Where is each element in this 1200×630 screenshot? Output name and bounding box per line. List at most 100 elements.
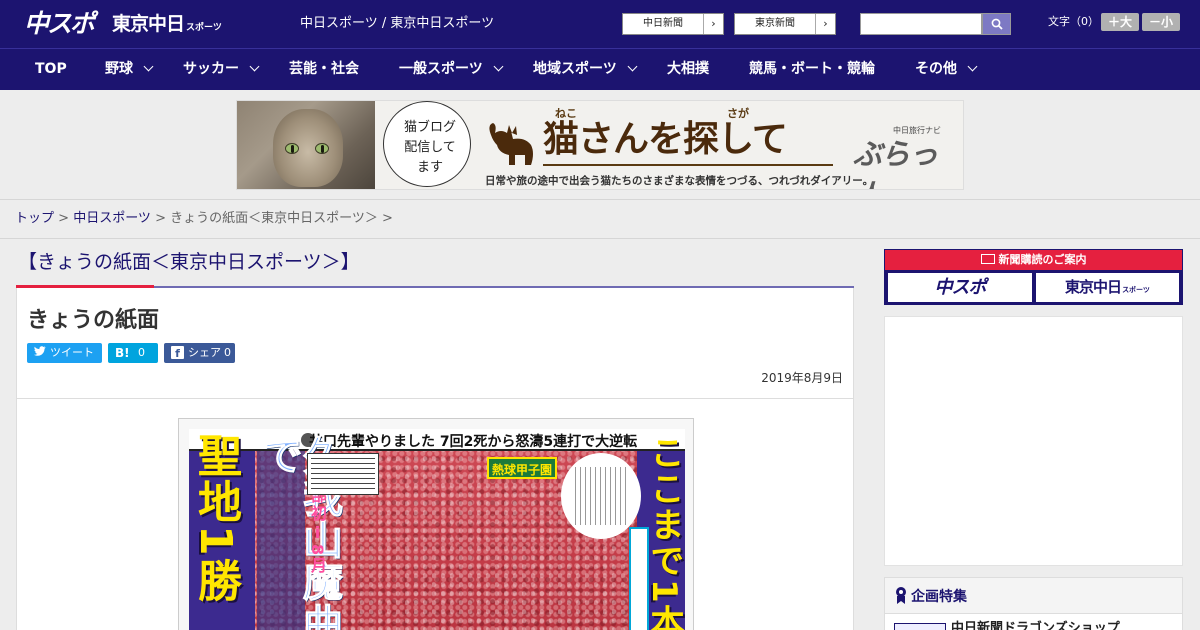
subscribe-chusupo-button[interactable]: 中スポ: [888, 273, 1032, 302]
ribbon-badge-icon: [896, 587, 906, 604]
chevron-right-icon: ›: [815, 14, 835, 34]
scoreboard-table: [307, 453, 379, 495]
page-title: きょうの紙面: [27, 308, 160, 333]
chunichi-shimbun-label: 中日新聞: [643, 18, 683, 29]
card-divider: [17, 398, 853, 399]
chunichi-shimbun-link[interactable]: 中日新聞 ›: [622, 13, 724, 35]
koshien-logo-text: 熱球甲子園: [492, 463, 553, 477]
nav-label: 芸能・社会: [289, 61, 359, 77]
article-card: きょうの紙面 ツイート B! 0 f シェア 0 2019年8月9日 井口先輩や…: [16, 288, 854, 630]
breadcrumb-home-link[interactable]: トップ: [15, 211, 54, 226]
nav-item-other[interactable]: その他: [915, 49, 978, 90]
sidebar-ad-slot: [884, 316, 1183, 566]
font-larger-button[interactable]: ＋大: [1101, 13, 1139, 31]
breadcrumb-section-link[interactable]: 中日スポーツ: [73, 211, 151, 226]
chevron-down-icon: [143, 61, 154, 72]
facebook-share-label: シェア: [188, 346, 221, 359]
nav-item-baseball[interactable]: 野球: [105, 49, 154, 90]
subscription-heading-text: 新聞購読のご案内: [998, 253, 1087, 266]
twitter-share-button[interactable]: ツイート: [27, 343, 102, 363]
breadcrumb-current: きょうの紙面＜東京中日スポーツ＞: [170, 211, 378, 226]
subscribe-tokyo-label: 東京中日: [1065, 278, 1122, 296]
breadcrumb-divider: [0, 238, 1200, 239]
tokyo-chunichi-logo-text: 東京中日: [112, 13, 185, 35]
paper-left-headline: 聖地1勝: [190, 433, 241, 604]
nav-label: 大相撲: [667, 61, 709, 77]
breadcrumb-separator: >: [54, 211, 74, 226]
breadcrumb-separator: >: [377, 211, 393, 226]
main-nav: TOP 野球 サッカー 芸能・社会 一般スポーツ 地域スポーツ 大相撲 競馬・ボ…: [0, 48, 1200, 90]
search-input[interactable]: [860, 13, 982, 35]
facebook-count: 0: [224, 346, 231, 359]
feature-thumbnail[interactable]: [894, 623, 946, 630]
cat-photo: [237, 101, 375, 189]
cat-silhouette-icon: [489, 123, 533, 165]
speech-bubble-text: 猫ブログ配信してます: [403, 120, 456, 175]
search-icon: [991, 18, 1003, 30]
nav-item-racing[interactable]: 競馬・ボート・競輪: [749, 49, 875, 90]
chusupo-logo[interactable]: 中スポ: [24, 9, 95, 39]
chevron-down-icon: [967, 61, 978, 72]
search-button[interactable]: [982, 13, 1011, 35]
paper-right-headline: ここまで1本: [644, 435, 684, 630]
newspaper-front-page-frame[interactable]: 井口先輩やりました 7回2死から怒濤5連打で大逆転 聖地1勝 久我山魔曲で 創部…: [178, 418, 694, 630]
newspaper-icon: [980, 254, 995, 264]
tokyo-shimbun-label: 東京新聞: [755, 18, 795, 29]
font-size-label: 文字（0）: [1048, 15, 1099, 28]
tokyo-chunichi-logo[interactable]: 東京中日 スポーツ: [112, 12, 222, 40]
nav-label: 地域スポーツ: [533, 61, 617, 77]
cat-face: [273, 109, 343, 187]
nav-item-soccer[interactable]: サッカー: [183, 49, 260, 90]
nav-label: サッカー: [183, 61, 239, 77]
banner-area: 猫ブログ配信してます ねこ さが 猫さんを探して 中日旅行ナビ ぶらっ人 日常や…: [0, 90, 1200, 200]
nav-item-regional-sports[interactable]: 地域スポーツ: [533, 49, 638, 90]
nav-label: 競馬・ボート・競輪: [749, 61, 875, 77]
nav-label: 野球: [105, 61, 133, 77]
subscribe-tokyo-chunichi-button[interactable]: 東京中日スポーツ: [1036, 273, 1179, 302]
hatena-bookmark-icon: B!: [115, 346, 130, 360]
twitter-share-label: ツイート: [50, 346, 94, 359]
subscription-box: 新聞購読のご案内 中スポ 東京中日スポーツ: [884, 249, 1183, 305]
hatena-count: 0: [138, 346, 145, 359]
nav-label: その他: [915, 61, 957, 77]
paper-headline: 井口先輩やりました 7回2死から怒濤5連打で大逆転: [309, 434, 638, 450]
font-smaller-button[interactable]: －小: [1142, 13, 1180, 31]
cat-blog-banner[interactable]: 猫ブログ配信してます ねこ さが 猫さんを探して 中日旅行ナビ ぶらっ人 日常や…: [236, 100, 964, 190]
nav-label: 一般スポーツ: [399, 61, 483, 77]
feature-heading-bar: 企画特集: [885, 578, 1182, 614]
publish-date: 2019年8月9日: [761, 371, 843, 385]
nav-label: TOP: [35, 61, 67, 77]
subscribe-tokyo-small: スポーツ: [1122, 286, 1150, 294]
koshien-logo: 熱球甲子園: [487, 457, 557, 479]
speech-bubble: 猫ブログ配信してます: [383, 101, 471, 187]
cat-eye: [285, 143, 299, 154]
subscription-heading: 新聞購読のご案内: [885, 250, 1182, 270]
section-title: 【きょうの紙面＜東京中日スポーツ＞】: [18, 251, 360, 273]
nav-item-top[interactable]: TOP: [35, 49, 67, 90]
twitter-bird-icon: [34, 343, 46, 363]
chevron-down-icon: [249, 61, 260, 72]
newspaper-front-page: 井口先輩やりました 7回2死から怒濤5連打で大逆転 聖地1勝 久我山魔曲で 創部…: [189, 429, 685, 630]
cat-eye: [315, 143, 329, 154]
feature-item-link[interactable]: 中日新聞ドラゴンズショップ: [951, 621, 1120, 630]
nav-item-general-sports[interactable]: 一般スポーツ: [399, 49, 504, 90]
feature-heading: 企画特集: [911, 589, 967, 605]
tokyo-shimbun-link[interactable]: 東京新聞 ›: [734, 13, 836, 35]
header-site-names: 中日スポーツ / 東京中日スポーツ: [300, 16, 495, 31]
chevron-right-icon: ›: [703, 14, 723, 34]
breadcrumb-separator: >: [150, 211, 171, 226]
site-header: 中スポ 東京中日 スポーツ 中日スポーツ / 東京中日スポーツ 中日新聞 › 東京…: [0, 0, 1200, 48]
hatena-bookmark-button[interactable]: B! 0: [108, 343, 158, 363]
facebook-icon: f: [171, 346, 184, 360]
chevron-down-icon: [627, 61, 638, 72]
chevron-down-icon: [493, 61, 504, 72]
nav-item-sumo[interactable]: 大相撲: [667, 49, 709, 90]
facebook-share-button[interactable]: f シェア 0: [164, 343, 235, 363]
tokyo-chunichi-logo-small: スポーツ: [186, 23, 222, 33]
breadcrumb: トップ > 中日スポーツ > きょうの紙面＜東京中日スポーツ＞ >: [15, 211, 393, 227]
feature-box: 企画特集 中日新聞ドラゴンズショップ: [884, 577, 1183, 630]
banner-tagline: 日常や旅の途中で出会う猫たちのさまざまな表情をつづる、つれづれダイアリー。: [485, 175, 874, 187]
banner-title: 猫さんを探して: [543, 119, 788, 160]
nav-item-entertainment[interactable]: 芸能・社会: [289, 49, 359, 90]
banner-underline: [543, 164, 833, 166]
